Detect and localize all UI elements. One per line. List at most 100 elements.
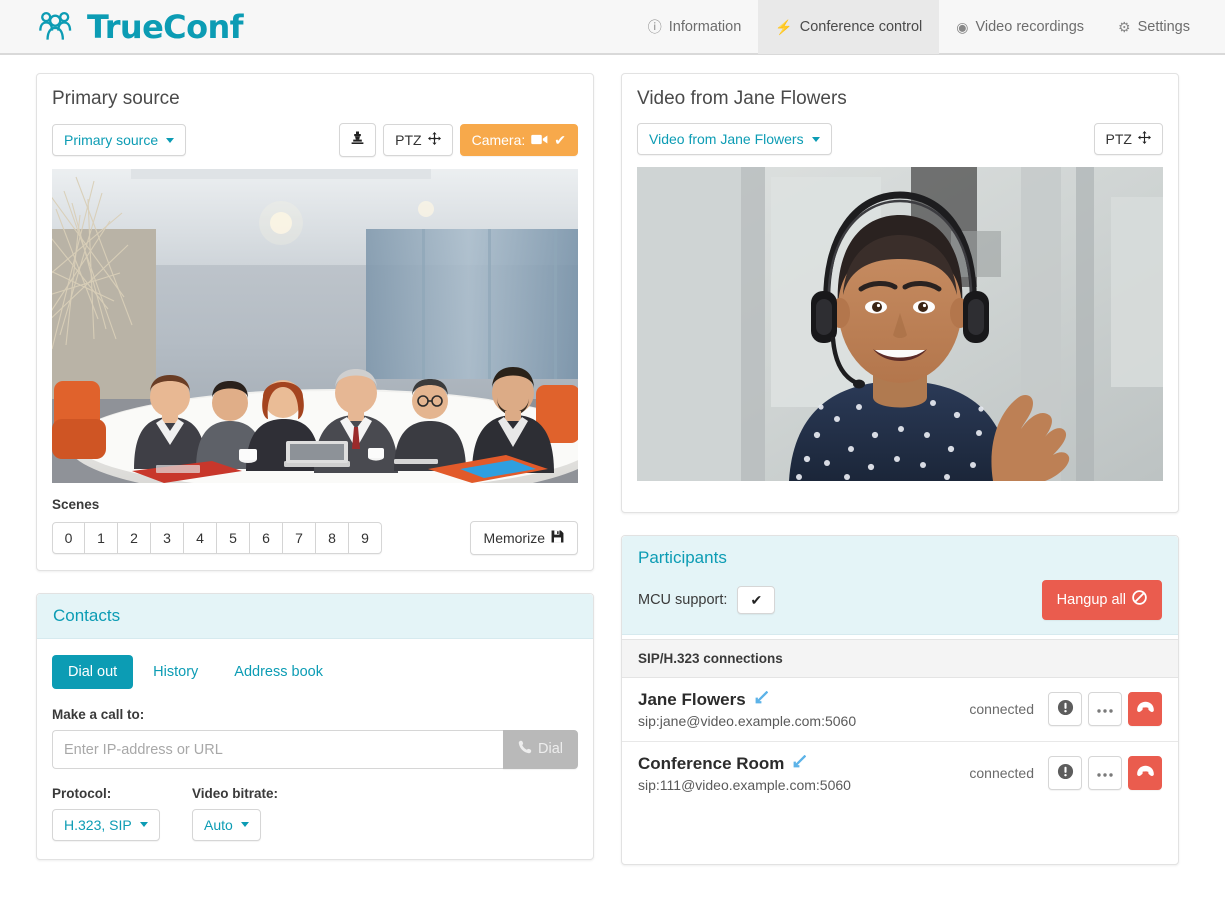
nav-item-video-recordings[interactable]: ◉ Video recordings — [939, 0, 1101, 54]
participant-uri: sip:111@video.example.com:5060 — [638, 776, 851, 793]
contacts-panel: Contacts Dial out History Address book M… — [36, 593, 594, 860]
primary-ptz-label: PTZ — [395, 132, 422, 148]
columns: Primary source Primary source PTZ Camera… — [36, 73, 1189, 887]
nav-label-video-recordings: Video recordings — [975, 18, 1085, 35]
exclamation-circle-icon — [1057, 763, 1074, 783]
participant-name-row: Jane Flowers — [638, 690, 969, 710]
participant-actions — [1048, 692, 1162, 727]
remote-ptz-button[interactable]: PTZ — [1093, 123, 1163, 156]
participant-hangup-button[interactable] — [1128, 756, 1162, 791]
primary-source-select-label: Primary source — [64, 132, 159, 148]
nav-item-settings[interactable]: ⚙ Settings — [1101, 0, 1207, 54]
memorize-button[interactable]: Memorize — [469, 521, 578, 556]
ban-icon — [1132, 590, 1147, 610]
remote-source-select-label: Video from Jane Flowers — [649, 131, 804, 147]
protocol-field: Protocol: H.323, SIP — [52, 786, 192, 841]
tab-history[interactable]: History — [137, 655, 214, 689]
make-a-call-label: Make a call to: — [52, 707, 145, 723]
protocol-value: H.323, SIP — [64, 816, 132, 833]
bitrate-select[interactable]: Auto — [192, 808, 261, 841]
primary-source-body: Primary source Primary source PTZ Camera… — [37, 74, 593, 570]
left-column: Primary source Primary source PTZ Camera… — [36, 73, 594, 887]
scene-button-3[interactable]: 3 — [151, 522, 184, 555]
camera-toggle-label: Camera: — [471, 132, 526, 148]
nav-label-information: Information — [668, 18, 742, 35]
participants-panel: Participants MCU support: ✔ Hangup all S… — [621, 535, 1179, 866]
primary-source-right-controls: PTZ Camera: ✔ — [339, 123, 578, 158]
remote-video-panel-footer — [622, 496, 1178, 512]
tab-address-book[interactable]: Address book — [218, 655, 339, 689]
contacts-panel-header[interactable]: Contacts — [37, 594, 593, 640]
participants-title: Participants — [638, 548, 727, 568]
participant-info-button[interactable] — [1048, 756, 1082, 791]
participant-uri: sip:jane@video.example.com:5060 — [638, 712, 857, 729]
primary-source-title: Primary source — [52, 88, 180, 109]
participants-panel-header: Participants MCU support: ✔ Hangup all — [622, 536, 1178, 635]
primary-ptz-button[interactable]: PTZ — [383, 124, 453, 157]
remote-video-controls: Video from Jane Flowers PTZ — [637, 123, 1163, 156]
ellipsis-icon — [1096, 766, 1114, 781]
participant-info: Jane Flowers sip:jane@video.example.com:… — [638, 690, 969, 729]
primary-source-controls: Primary source PTZ Camera: ✔ — [52, 123, 578, 158]
scenes-label: Scenes — [52, 497, 100, 513]
participant-more-button[interactable] — [1088, 756, 1122, 791]
participant-info: Conference Room sip:111@video.example.co… — [638, 754, 969, 793]
table-row[interactable]: Conference Room sip:111@video.example.co… — [622, 742, 1178, 805]
memorize-label: Memorize — [483, 530, 545, 547]
table-row[interactable]: Jane Flowers sip:jane@video.example.com:… — [622, 678, 1178, 742]
remote-video-right-controls: PTZ — [1093, 123, 1163, 156]
scene-button-0[interactable]: 0 — [52, 522, 85, 555]
participant-name: Jane Flowers — [638, 689, 746, 709]
participant-info-button[interactable] — [1048, 692, 1082, 727]
dial-input[interactable] — [52, 730, 504, 769]
primary-source-panel: Primary source Primary source PTZ Camera… — [36, 73, 594, 572]
scene-button-5[interactable]: 5 — [217, 522, 250, 555]
primary-video-feed[interactable] — [52, 169, 578, 484]
participant-more-button[interactable] — [1088, 692, 1122, 727]
protocol-select[interactable]: H.323, SIP — [52, 808, 160, 841]
scene-button-4[interactable]: 4 — [184, 522, 217, 555]
primary-source-select[interactable]: Primary source — [52, 124, 187, 157]
scene-buttons: 0 1 2 3 4 5 6 7 8 9 — [52, 522, 382, 555]
nav-item-information[interactable]: ⓘ Information — [631, 0, 759, 54]
remote-video-feed[interactable] — [637, 167, 1163, 482]
chevron-down-icon — [139, 822, 148, 828]
contacts-body: Dial out History Address book Make a cal… — [37, 639, 593, 859]
main-nav: ⓘ Information ⚡ Conference control ◉ Vid… — [631, 0, 1225, 54]
arrows-move-icon — [427, 132, 441, 148]
participant-hangup-button[interactable] — [1128, 692, 1162, 727]
dial-button-label: Dial — [538, 741, 563, 758]
nav-label-settings: Settings — [1137, 18, 1190, 35]
tab-dial-out[interactable]: Dial out — [52, 655, 134, 690]
hangup-phone-icon — [1136, 701, 1155, 717]
scene-button-6[interactable]: 6 — [250, 522, 283, 555]
chevron-down-icon — [811, 136, 820, 142]
dial-button[interactable]: Dial — [503, 730, 578, 769]
mcu-support-checkbox[interactable]: ✔ — [737, 585, 776, 614]
scene-button-2[interactable]: 2 — [118, 522, 151, 555]
nav-item-conference-control[interactable]: ⚡ Conference control — [758, 0, 940, 54]
scene-button-8[interactable]: 8 — [316, 522, 349, 555]
preset-button[interactable] — [339, 123, 377, 158]
bolt-icon: ⚡ — [775, 18, 793, 35]
right-column: Video from Jane Flowers Video from Jane … — [621, 73, 1179, 887]
hangup-all-label: Hangup all — [1056, 591, 1126, 608]
dial-input-group: Dial — [52, 730, 578, 769]
scene-button-9[interactable]: 9 — [349, 522, 382, 555]
remote-source-select[interactable]: Video from Jane Flowers — [637, 123, 832, 156]
hangup-all-button[interactable]: Hangup all — [1041, 580, 1162, 620]
brand-logo-area: TrueConf — [0, 8, 244, 46]
chevron-down-icon — [166, 137, 175, 143]
camera-toggle-button[interactable]: Camera: ✔ — [459, 124, 578, 157]
bitrate-value: Auto — [204, 816, 233, 833]
arrows-move-icon — [1138, 131, 1151, 147]
gear-icon: ⚙ — [1118, 18, 1131, 35]
call-options: Protocol: H.323, SIP Video bitrate: Auto — [52, 786, 578, 841]
contacts-title: Contacts — [53, 606, 121, 626]
hangup-phone-icon — [1136, 765, 1155, 781]
scene-button-7[interactable]: 7 — [283, 522, 316, 555]
participant-name-row: Conference Room — [638, 754, 969, 774]
sip-h323-group-header: SIP/H.323 connections — [622, 638, 1178, 678]
nav-label-conference-control: Conference control — [799, 18, 923, 35]
scene-button-1[interactable]: 1 — [85, 522, 118, 555]
